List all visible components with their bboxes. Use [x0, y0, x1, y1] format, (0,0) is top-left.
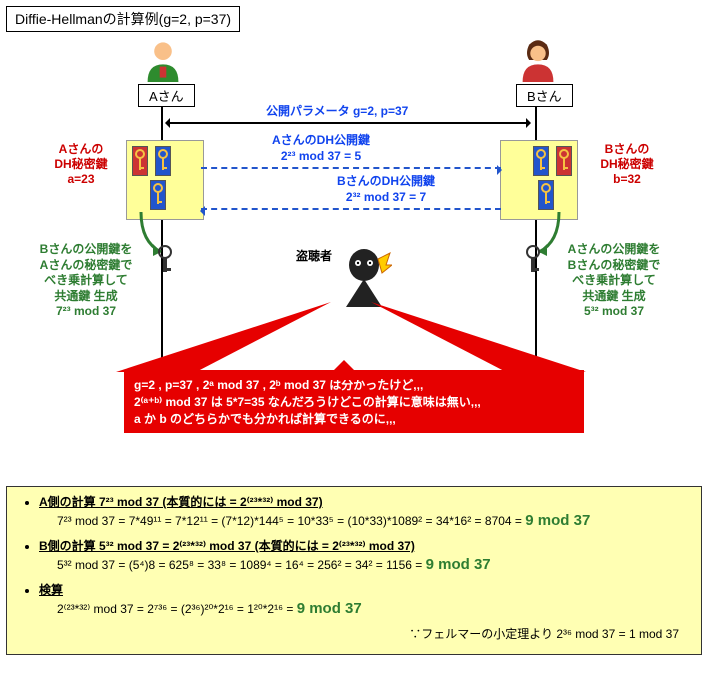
- a-secret-label: AさんのDH秘密鍵a=23: [36, 142, 126, 187]
- eaves-label: 盗聴者: [296, 249, 332, 265]
- calc-a-head: A側の計算 7²³ mod 37 (本質的には = 2⁽²³*³²⁾ mod 3…: [39, 495, 323, 509]
- key-icon: [150, 180, 166, 210]
- shared-key-b-icon: [522, 244, 544, 279]
- a-pub-arrow: [201, 167, 501, 169]
- eaves-bubble: g=2 , p=37 , 2ᵃ mod 37 , 2ᵇ mod 37 は分かった…: [124, 370, 584, 433]
- b-pub-label: BさんのDH公開鍵2³² mod 37 = 7: [296, 174, 476, 205]
- title-box: Diffie-Hellmanの計算例(g=2, p=37): [6, 6, 240, 32]
- a-keybox: [126, 140, 204, 220]
- diagram-stage: Aさん Bさん 公開パラメータ g=2, p=37 AさんのDH秘密鍵a=23 …: [6, 32, 700, 482]
- key-icon: [155, 146, 171, 176]
- calc-c-head: 検算: [39, 583, 63, 597]
- calc-a-ans: 9 mod 37: [525, 512, 590, 529]
- b-name-label: Bさん: [516, 84, 573, 107]
- shared-key-a-icon: [154, 244, 176, 279]
- key-icon: [533, 146, 549, 176]
- calc-c-eq: 2⁽²³*³²⁾ mod 37 = 2⁷³⁶ = (2³⁶)²⁰*2¹⁶ = 1…: [57, 602, 297, 616]
- params-label: 公開パラメータ g=2, p=37: [266, 104, 408, 120]
- a-name-label: Aさん: [138, 84, 195, 107]
- calc-c-ans: 9 mod 37: [297, 600, 362, 617]
- b-secret-label: BさんのDH秘密鍵b=32: [582, 142, 672, 187]
- person-b-icon: [516, 38, 560, 82]
- calc-b-ans: 9 mod 37: [426, 556, 491, 573]
- key-icon: [132, 146, 148, 176]
- key-icon: [538, 180, 554, 210]
- calc-b-head: B側の計算 5³² mod 37 = 2⁽²³*³²⁾ mod 37 (本質的に…: [39, 539, 415, 553]
- a-pub-label: AさんのDH公開鍵2²³ mod 37 = 5: [231, 133, 411, 164]
- fermat-note: ∵フェルマーの小定理より 2³⁶ mod 37 = 1 mod 37: [39, 625, 679, 642]
- calc-a-eq: 7²³ mod 37 = 7*49¹¹ = 7*12¹¹ = (7*12)*14…: [57, 514, 525, 528]
- b-keybox: [500, 140, 578, 220]
- person-a-icon: [141, 38, 185, 82]
- eavesdropper-icon: [336, 247, 392, 310]
- params-arrow: [166, 122, 530, 124]
- calc-box: A側の計算 7²³ mod 37 (本質的には = 2⁽²³*³²⁾ mod 3…: [6, 486, 702, 655]
- b-pub-arrow: [201, 208, 501, 210]
- key-icon: [556, 146, 572, 176]
- calc-b-eq: 5³² mod 37 = (5⁴)8 = 625⁸ = 33⁸ = 1089⁴ …: [57, 558, 426, 572]
